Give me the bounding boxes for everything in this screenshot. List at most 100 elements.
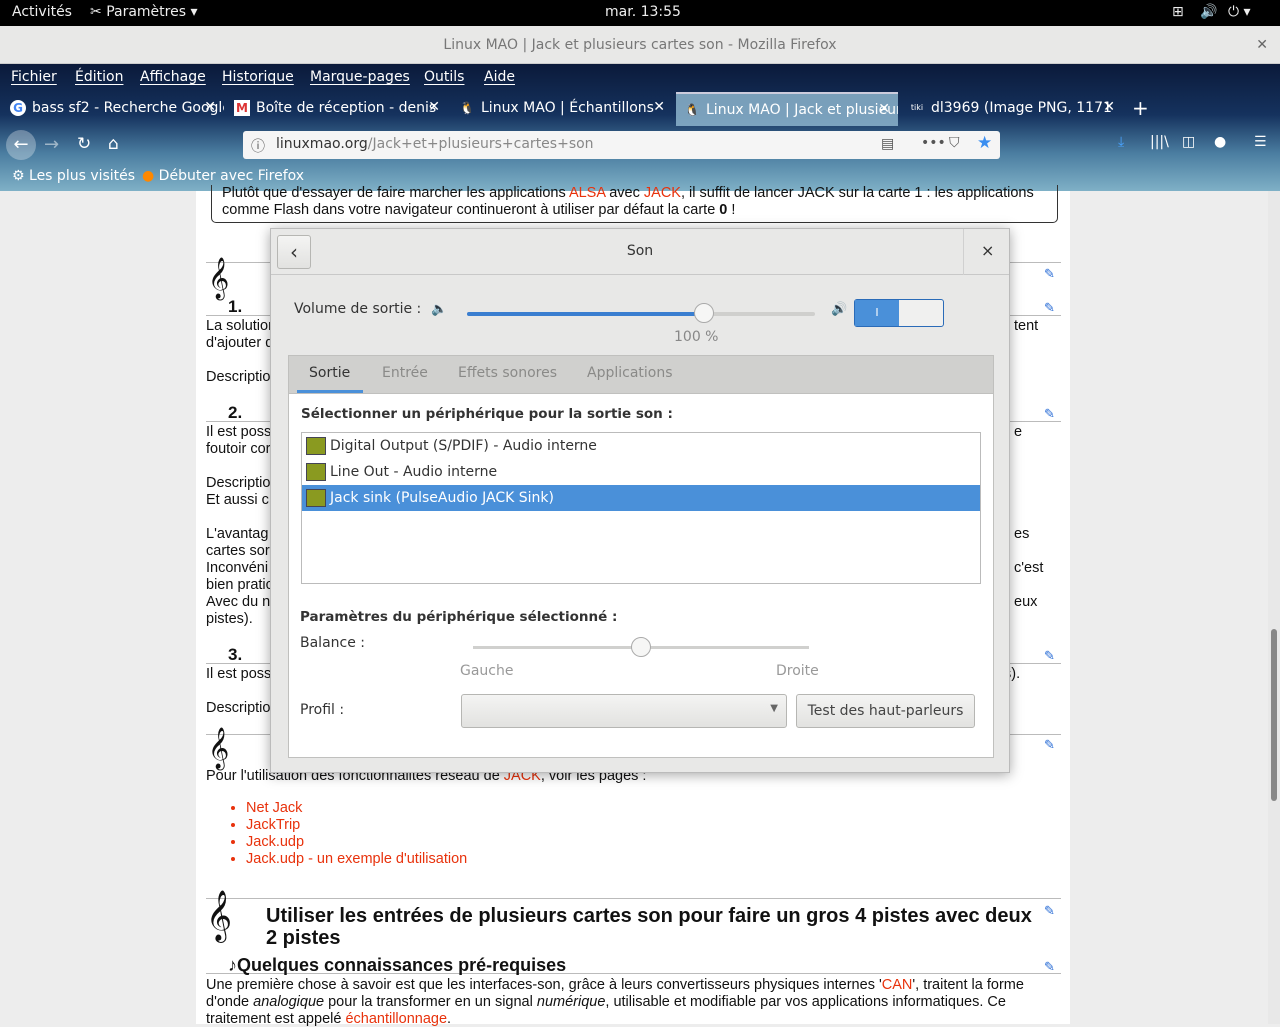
balance-left-label: Gauche [460,663,514,679]
divider [206,898,1061,899]
page-scrollbar[interactable] [1268,191,1280,1024]
clock[interactable]: mar. 13:55 [605,4,681,20]
close-tab-icon[interactable]: ✕ [1103,99,1115,115]
paragraph-line: d'onde analogique pour la transformer en… [206,994,1006,1010]
edit-icon[interactable]: ✎ [1044,959,1058,974]
edit-icon[interactable]: ✎ [1044,300,1058,315]
tab-sortie[interactable]: Sortie [309,365,350,381]
volume-icon[interactable]: 🔊 [1200,4,1217,20]
bookmark-star-icon[interactable]: ★ [977,133,992,153]
test-speakers-button[interactable]: Test des haut-parleurs [796,694,975,728]
tab-jack-active[interactable]: 🐧 Linux MAO | Jack et plusieurs ✕ [676,92,898,126]
menu-aide[interactable]: Aide [484,69,515,85]
text-fragment: Descriptio [206,700,271,716]
link-echantillonnage[interactable]: échantillonnage [345,1011,447,1027]
mute-toggle[interactable]: I [854,299,944,327]
sidebar-icon[interactable]: ◫ [1182,134,1195,150]
close-window-icon[interactable]: ✕ [1256,26,1268,64]
close-tab-icon[interactable]: ✕ [653,99,665,115]
tab-effets-sonores[interactable]: Effets sonores [458,365,557,381]
back-icon[interactable]: ← [6,130,36,160]
tux-icon: 🐧 [684,103,700,117]
page-actions-icon[interactable]: ••• [921,135,946,151]
hamburger-menu-icon[interactable]: ☰ [1254,134,1267,150]
activities-button[interactable]: Activités [12,4,72,20]
bookmark-getting-started[interactable]: ● Débuter avec Firefox [142,168,304,184]
app-menu[interactable]: ✂ Paramètres ▾ [90,4,198,20]
close-tab-icon[interactable]: ✕ [878,101,890,117]
section-heading-1: 1. [228,297,243,316]
device-line-out[interactable]: Line Out - Audio interne [302,459,980,485]
edit-icon[interactable]: ✎ [1044,903,1058,918]
url-bar[interactable]: ⓘ linuxmao.org/Jack+et+plusieurs+cartes+… [243,131,1000,159]
balance-slider-handle[interactable] [631,637,651,657]
link-jack[interactable]: JACK [644,185,681,201]
sound-settings-dialog: ‹ Son × Volume de sortie : 🔈 100 % 🔊 I S… [270,228,1010,773]
library-icon[interactable]: |||\ [1150,134,1169,150]
edit-icon[interactable]: ✎ [1044,648,1058,663]
menu-marque-pages[interactable]: Marque-pages [310,69,410,85]
speaker-high-icon: 🔊 [831,302,848,317]
link-alsa[interactable]: ALSA [569,185,605,201]
volume-slider-handle[interactable] [693,303,714,323]
chevron-down-icon: ▼ [770,703,778,714]
close-tab-icon[interactable]: ✕ [428,99,440,115]
tux-icon: 🐧 [459,101,475,115]
paragraph-line: traitement est appelé échantillonnage. [206,1011,452,1027]
device-list: Digital Output (S/PDIF) - Audio interne … [301,432,981,584]
device-jack-sink[interactable]: Jack sink (PulseAudio JACK Sink) [302,485,980,511]
tab-echantillons[interactable]: 🐧 Linux MAO | Échantillons ✕ [451,92,673,126]
bookmark-most-visited[interactable]: ⚙ Les plus visités [12,168,135,184]
tab-dl3969[interactable]: tiki dl3969 (Image PNG, 1171 ✕ [901,92,1123,126]
balance-slider[interactable] [473,637,809,657]
edit-icon[interactable]: ✎ [1044,266,1058,281]
link-jacktrip[interactable]: JackTrip [246,817,467,834]
tab-entree[interactable]: Entrée [382,365,428,381]
device-digital-output[interactable]: Digital Output (S/PDIF) - Audio interne [302,433,980,459]
tab-google[interactable]: Gbass sf2 - Recherche Google ✕ [2,92,224,126]
dialog-title: Son [626,243,654,259]
firefox-icon: ● [142,168,155,184]
menu-fichier[interactable]: Fichier [11,69,57,85]
tab-gmail[interactable]: M Boîte de réception - denis ✕ [226,92,448,126]
menu-historique[interactable]: Historique [222,69,294,85]
forward-icon[interactable]: → [44,134,59,155]
text-fragment: e [1014,424,1023,440]
download-icon[interactable]: ⤓ [1118,134,1124,150]
power-icon[interactable]: ⏻ ▾ [1228,4,1251,20]
pocket-icon[interactable]: ⛉ [949,135,960,151]
speaker-low-icon: 🔈 [431,302,448,317]
treble-clef-icon: 𝄞 [208,727,230,768]
text-fragment: tent [1014,318,1039,334]
home-icon[interactable]: ⌂ [108,134,119,154]
info-icon[interactable]: ⓘ [251,136,265,156]
new-tab-icon[interactable]: + [1132,96,1149,120]
text-fragment: c'est [1014,560,1044,576]
link-can[interactable]: CAN [882,977,913,993]
close-dialog-button[interactable]: × [981,241,994,260]
scrollbar-thumb[interactable] [1271,629,1277,801]
volume-slider[interactable] [467,303,815,323]
reader-mode-icon[interactable]: ▤ [881,136,894,152]
sound-card-icon [306,437,326,455]
link-net-jack[interactable]: Net Jack [246,800,467,817]
reload-icon[interactable]: ↻ [77,134,91,154]
network-icon[interactable]: ⊞ [1172,4,1184,20]
edit-icon[interactable]: ✎ [1044,406,1058,421]
sound-card-icon [306,489,326,507]
tab-applications[interactable]: Applications [587,365,673,381]
section-heading-cont: 2 pistes [266,927,341,949]
link-jack-udp[interactable]: Jack.udp [246,834,467,851]
menu-edition[interactable]: Édition [75,69,123,85]
extension-icon[interactable]: ● [1214,134,1226,150]
output-panel: Sélectionner un périphérique pour la sor… [288,393,994,758]
profile-dropdown[interactable]: ▼ [461,694,787,728]
device-params-label: Paramètres du périphérique sélectionné : [300,609,618,625]
menu-affichage[interactable]: Affichage [140,69,206,85]
url-text: linuxmao.org/Jack+et+plusieurs+cartes+so… [276,136,594,152]
close-tab-icon[interactable]: ✕ [204,99,216,115]
menu-outils[interactable]: Outils [424,69,464,85]
link-jack-udp-example[interactable]: Jack.udp - un exemple d'utilisation [246,851,467,868]
edit-icon[interactable]: ✎ [1044,737,1058,752]
text-fragment: Inconvéni [206,560,269,576]
